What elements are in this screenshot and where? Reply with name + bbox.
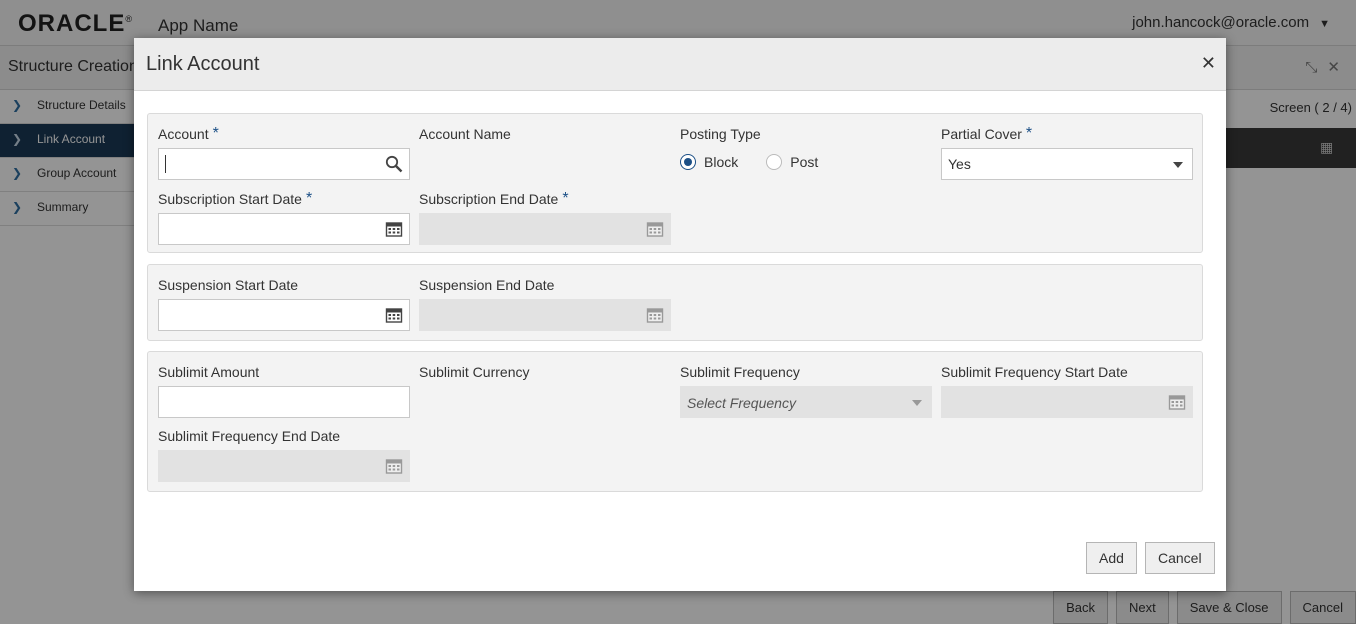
partial-cover-value: Yes <box>948 156 971 172</box>
subscription-start-date-input[interactable] <box>158 213 410 245</box>
sublimit-freq-end-label: Sublimit Frequency End Date <box>158 428 341 444</box>
sublimit-frequency-select: Select Frequency <box>680 386 932 418</box>
calendar-icon <box>646 308 664 323</box>
posting-type-radio-group: Block Post <box>680 150 932 174</box>
partial-cover-field-group: Partial Cover * Yes <box>941 124 1193 180</box>
label-text: Subscription Start Date <box>158 191 302 207</box>
sublimit-currency-field-group: Sublimit Currency <box>419 362 671 382</box>
sublimit-freq-end-date-input <box>158 450 410 482</box>
posting-type-post-radio[interactable]: Post <box>766 154 818 170</box>
sublimit-amount-label: Sublimit Amount <box>158 364 260 380</box>
calendar-icon <box>385 459 403 474</box>
label-text: Account <box>158 126 209 142</box>
radio-label: Block <box>704 154 739 170</box>
suspension-end-field-group: Suspension End Date <box>419 275 671 331</box>
posting-type-field-group: Posting Type Block Post <box>680 124 932 174</box>
radio-unselected-icon <box>766 154 783 170</box>
label-text: Partial Cover <box>941 126 1022 142</box>
subscription-start-field-group: Subscription Start Date * <box>158 189 410 245</box>
suspension-end-label: Suspension End Date <box>419 277 555 293</box>
sublimit-freq-start-label: Sublimit Frequency Start Date <box>941 364 1128 380</box>
required-mark: * <box>212 125 219 142</box>
radio-label: Post <box>790 154 819 170</box>
label-text: Subscription End Date <box>419 191 559 207</box>
sublimit-amount-field-group: Sublimit Amount <box>158 362 410 418</box>
sublimit-currency-label: Sublimit Currency <box>419 364 530 380</box>
partial-cover-label: Partial Cover * <box>941 124 1193 144</box>
dropdown-arrow-icon <box>912 400 922 406</box>
sublimit-amount-input[interactable] <box>158 386 410 418</box>
suspension-start-field-group: Suspension Start Date <box>158 275 410 331</box>
dropdown-arrow-icon <box>1173 162 1183 168</box>
sublimit-freq-end-field-group: Sublimit Frequency End Date <box>158 426 410 482</box>
cancel-button[interactable]: Cancel <box>1145 542 1215 574</box>
sublimit-frequency-field-group: Sublimit Frequency Select Frequency <box>680 362 932 418</box>
subscription-end-field-group: Subscription End Date * <box>419 189 671 245</box>
account-name-label: Account Name <box>419 126 511 142</box>
calendar-icon <box>646 222 664 237</box>
posting-type-block-radio[interactable]: Block <box>680 154 738 170</box>
account-input[interactable] <box>158 148 410 180</box>
account-name-field-group: Account Name <box>419 124 671 144</box>
required-mark: * <box>562 190 569 207</box>
suspension-start-date-input[interactable] <box>158 299 410 331</box>
calendar-icon[interactable] <box>385 306 403 324</box>
account-label: Account * <box>158 124 410 144</box>
required-mark: * <box>305 190 313 207</box>
partial-cover-select[interactable]: Yes <box>941 148 1193 180</box>
calendar-icon <box>1168 395 1186 410</box>
add-button[interactable]: Add <box>1086 542 1137 574</box>
posting-type-label: Posting Type <box>680 126 761 142</box>
suspension-section: Suspension Start Date Suspension End Dat… <box>147 264 1203 341</box>
suspension-end-date-input <box>419 299 671 331</box>
account-field-group: Account * <box>158 124 410 180</box>
account-section: Account * Account Name Posting Type Block… <box>147 113 1203 253</box>
frequency-placeholder: Select Frequency <box>687 395 796 411</box>
link-account-dialog: Link Account ✕ Account * Account Name Pos… <box>134 38 1226 591</box>
calendar-icon[interactable] <box>385 220 403 238</box>
text-cursor <box>165 155 166 173</box>
dialog-title: Link Account <box>146 53 260 75</box>
subscription-start-label: Subscription Start Date * <box>158 189 410 209</box>
sublimit-freq-start-date-input <box>941 386 1193 418</box>
dialog-header: Link Account ✕ <box>134 38 1226 91</box>
suspension-start-label: Suspension Start Date <box>158 277 299 293</box>
sublimit-frequency-label: Sublimit Frequency <box>680 364 800 380</box>
required-mark: * <box>1025 125 1033 142</box>
subscription-end-date-input <box>419 213 671 245</box>
radio-selected-icon <box>680 154 696 170</box>
close-icon[interactable]: ✕ <box>1201 53 1216 74</box>
sublimit-freq-start-field-group: Sublimit Frequency Start Date <box>941 362 1193 418</box>
sublimit-section: Sublimit Amount Sublimit Currency Sublim… <box>147 351 1203 492</box>
search-icon[interactable] <box>385 155 403 173</box>
subscription-end-label: Subscription End Date * <box>419 189 671 209</box>
